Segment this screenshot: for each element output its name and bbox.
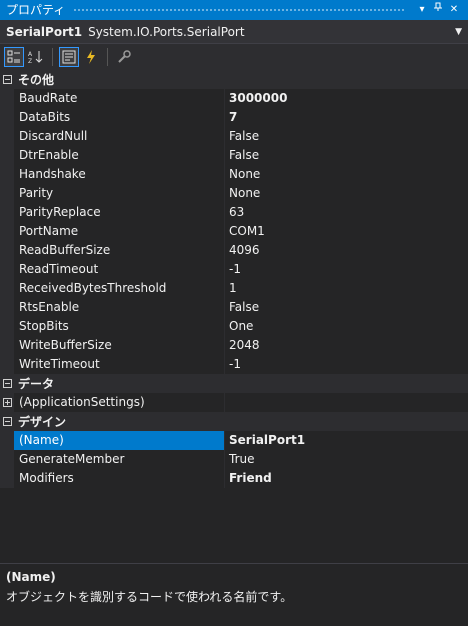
svg-text:Z: Z: [28, 58, 32, 64]
property-row[interactable]: DtrEnable False: [0, 145, 468, 165]
chevron-down-icon[interactable]: ▼: [455, 27, 462, 37]
tool-window-titlebar[interactable]: プロパティ ▾ ✕: [0, 0, 468, 20]
property-name: WriteBufferSize: [14, 335, 225, 355]
alphabetical-button[interactable]: AZ: [26, 47, 46, 67]
close-button[interactable]: ✕: [446, 0, 462, 20]
property-value[interactable]: False: [225, 297, 468, 317]
lightning-icon: [87, 50, 95, 64]
property-row-selected[interactable]: (Name) SerialPort1: [0, 430, 468, 450]
property-row[interactable]: BaudRate 3000000: [0, 88, 468, 108]
property-value[interactable]: 63: [225, 202, 468, 222]
properties-toolbar: AZ: [0, 44, 468, 70]
wrench-icon: [118, 50, 131, 63]
category-data[interactable]: データ: [0, 374, 468, 393]
categorized-icon: [7, 50, 20, 63]
property-name: (Name): [14, 430, 225, 450]
property-value[interactable]: -1: [225, 259, 468, 279]
property-name: GenerateMember: [14, 449, 225, 469]
property-name: (ApplicationSettings): [14, 392, 225, 412]
property-value[interactable]: 4096: [225, 240, 468, 260]
property-value[interactable]: -1: [225, 354, 468, 374]
pin-button[interactable]: [430, 0, 446, 20]
property-row[interactable]: ReadTimeout -1: [0, 259, 468, 279]
property-name: BaudRate: [14, 88, 225, 108]
property-row[interactable]: GenerateMember True: [0, 449, 468, 469]
property-value[interactable]: Friend: [225, 468, 468, 488]
property-name: ParityReplace: [14, 202, 225, 222]
property-name: PortName: [14, 221, 225, 241]
property-value[interactable]: 3000000: [225, 88, 468, 108]
property-name: DiscardNull: [14, 126, 225, 146]
property-name: ReceivedBytesThreshold: [14, 278, 225, 298]
property-row[interactable]: WriteTimeout -1: [0, 354, 468, 374]
property-name: DataBits: [14, 107, 225, 127]
description-pane: (Name) オブジェクトを識別するコードで使われる名前です。: [0, 563, 468, 626]
object-type: System.IO.Ports.SerialPort: [88, 24, 245, 39]
category-other[interactable]: その他: [0, 70, 468, 89]
property-value[interactable]: 1: [225, 278, 468, 298]
events-button[interactable]: [81, 47, 101, 67]
property-value[interactable]: 7: [225, 107, 468, 127]
categorized-button[interactable]: [4, 47, 24, 67]
category-label: データ: [18, 376, 55, 391]
property-row[interactable]: PortName COM1: [0, 221, 468, 241]
object-name: SerialPort1: [6, 24, 83, 39]
property-row[interactable]: Modifiers Friend: [0, 468, 468, 488]
property-name: DtrEnable: [14, 145, 225, 165]
property-value[interactable]: True: [225, 449, 468, 469]
titlebar-grip[interactable]: [73, 7, 406, 13]
window-title: プロパティ: [6, 3, 66, 17]
property-pages-button[interactable]: [114, 47, 134, 67]
property-row[interactable]: ParityReplace 63: [0, 202, 468, 222]
property-name: WriteTimeout: [14, 354, 225, 374]
alphabetical-icon: AZ: [28, 51, 43, 64]
object-selector[interactable]: SerialPort1 System.IO.Ports.SerialPort ▼: [0, 20, 468, 44]
window-menu-button[interactable]: ▾: [414, 0, 430, 20]
property-value[interactable]: COM1: [225, 221, 468, 241]
description-text: オブジェクトを識別するコードで使われる名前です。: [6, 590, 293, 604]
expand-icon[interactable]: [0, 392, 14, 412]
description-title: (Name): [6, 570, 56, 584]
property-value[interactable]: One: [225, 316, 468, 336]
property-value[interactable]: [225, 392, 468, 412]
property-value[interactable]: False: [225, 126, 468, 146]
property-name: ReadTimeout: [14, 259, 225, 279]
property-value[interactable]: False: [225, 145, 468, 165]
property-name: Modifiers: [14, 468, 225, 488]
property-row[interactable]: StopBits One: [0, 316, 468, 336]
pin-icon: [434, 2, 442, 11]
category-design[interactable]: デザイン: [0, 412, 468, 431]
category-label: その他: [18, 72, 55, 87]
property-value[interactable]: None: [225, 183, 468, 203]
collapse-icon[interactable]: [0, 70, 14, 89]
property-value[interactable]: None: [225, 164, 468, 184]
property-grid: その他 BaudRate 3000000 DataBits 7 DiscardNul…: [0, 70, 468, 488]
property-row[interactable]: Parity None: [0, 183, 468, 203]
property-row[interactable]: WriteBufferSize 2048: [0, 335, 468, 355]
property-value[interactable]: SerialPort1: [225, 430, 468, 450]
property-value[interactable]: 2048: [225, 335, 468, 355]
category-label: デザイン: [18, 414, 67, 429]
property-name: StopBits: [14, 316, 225, 336]
property-row-application-settings[interactable]: (ApplicationSettings): [0, 392, 468, 412]
property-row[interactable]: ReadBufferSize 4096: [0, 240, 468, 260]
property-name: ReadBufferSize: [14, 240, 225, 260]
svg-text:A: A: [28, 51, 33, 58]
property-row[interactable]: RtsEnable False: [0, 297, 468, 317]
property-row[interactable]: DiscardNull False: [0, 126, 468, 146]
properties-icon: [62, 50, 76, 64]
property-row[interactable]: ReceivedBytesThreshold 1: [0, 278, 468, 298]
collapse-icon[interactable]: [0, 412, 14, 431]
collapse-icon[interactable]: [0, 374, 14, 393]
property-name: Parity: [14, 183, 225, 203]
property-row[interactable]: DataBits 7: [0, 107, 468, 127]
toolbar-separator: [107, 48, 108, 66]
property-row[interactable]: Handshake None: [0, 164, 468, 184]
toolbar-separator: [52, 48, 53, 66]
property-name: Handshake: [14, 164, 225, 184]
property-name: RtsEnable: [14, 297, 225, 317]
properties-button[interactable]: [59, 47, 79, 67]
